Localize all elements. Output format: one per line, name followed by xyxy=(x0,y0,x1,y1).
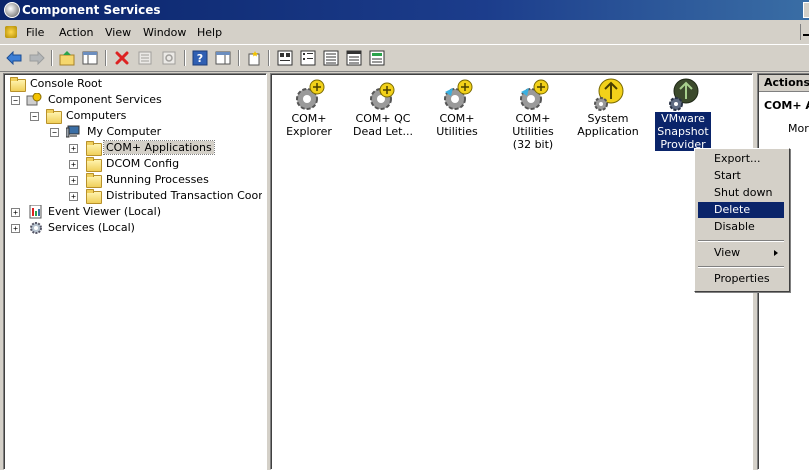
vmware-app-icon xyxy=(669,78,699,111)
actions-header: Actions xyxy=(759,75,809,92)
com-app-gear-icon xyxy=(296,79,325,110)
window-title: Component Services xyxy=(22,3,161,17)
expand-toggle[interactable]: + xyxy=(69,192,78,201)
menu-item-disable[interactable]: Disable xyxy=(698,219,784,235)
app-label: COM+ Explorer xyxy=(286,112,332,138)
tree-node-dtc[interactable]: + Distributed Transaction Coordinat xyxy=(8,188,262,204)
event-viewer-icon xyxy=(28,204,44,219)
small-icons-view-icon[interactable] xyxy=(299,49,317,67)
com-app-gear-icon xyxy=(520,79,549,110)
menu-help[interactable]: Help xyxy=(197,26,222,39)
menu-item-view[interactable]: View xyxy=(698,245,784,261)
com-applications-list[interactable]: COM+ Explorer COM+ QC Dead Let... COM+ Uti… xyxy=(270,73,753,470)
tree-label: My Computer xyxy=(87,125,162,138)
menu-item-export[interactable]: Export... xyxy=(698,151,784,167)
help-icon[interactable]: ? xyxy=(191,49,209,67)
more-actions-link[interactable]: More xyxy=(788,122,809,135)
menu-item-start[interactable]: Start xyxy=(698,168,784,184)
tree-label: Running Processes xyxy=(106,173,209,186)
tree-node-running-processes[interactable]: + Running Processes xyxy=(8,172,258,188)
menu-bar: File Action View Window Help xyxy=(0,22,809,42)
tree-node-computers[interactable]: − Computers xyxy=(8,108,258,124)
menu-view[interactable]: View xyxy=(105,26,131,39)
svg-text:?: ? xyxy=(197,52,203,65)
menu-item-delete[interactable]: Delete xyxy=(698,202,784,218)
tree-node-component-services[interactable]: − Component Services xyxy=(8,92,258,108)
console-tree-pane[interactable]: Console Root − Component Services − Comp… xyxy=(3,73,267,470)
tree-node-services[interactable]: + Services (Local) xyxy=(8,220,258,236)
mmc-system-menu-icon[interactable] xyxy=(5,26,17,38)
delete-x-icon[interactable] xyxy=(113,49,131,67)
folder-icon xyxy=(86,141,102,156)
list-view-icon[interactable] xyxy=(322,49,340,67)
large-icons-view-icon[interactable] xyxy=(276,49,294,67)
menu-file[interactable]: File xyxy=(26,26,44,39)
tree-node-my-computer[interactable]: − My Computer xyxy=(8,124,258,140)
submenu-arrow-icon xyxy=(774,250,778,256)
tree-label: Distributed Transaction Coordinat xyxy=(106,189,262,202)
tree-node-event-viewer[interactable]: + Event Viewer (Local) xyxy=(8,204,258,220)
folder-icon xyxy=(86,157,102,172)
expand-toggle[interactable]: + xyxy=(11,208,20,217)
properties-icon[interactable] xyxy=(136,49,154,67)
tree-label: DCOM Config xyxy=(106,157,180,170)
menu-item-label: View xyxy=(714,246,741,259)
folder-icon xyxy=(46,109,62,124)
new-window-icon[interactable] xyxy=(214,49,232,67)
show-hide-tree-icon[interactable] xyxy=(81,49,99,67)
menu-item-properties[interactable]: Properties xyxy=(698,271,784,287)
window-control-button[interactable] xyxy=(803,2,809,18)
title-bar[interactable]: Component Services xyxy=(0,0,809,20)
up-folder-icon[interactable] xyxy=(58,49,76,67)
expand-toggle[interactable]: + xyxy=(69,160,78,169)
menu-separator xyxy=(698,240,784,242)
services-gear-icon xyxy=(28,221,44,235)
folder-icon xyxy=(86,173,102,188)
toolbar: ? xyxy=(0,44,809,72)
configure-icon[interactable] xyxy=(368,49,386,67)
collapse-toggle[interactable]: − xyxy=(11,96,20,105)
tree-label: Event Viewer (Local) xyxy=(48,205,161,218)
computer-icon xyxy=(65,125,82,139)
collapse-toggle[interactable]: − xyxy=(50,128,59,137)
back-arrow-icon[interactable] xyxy=(5,49,23,67)
menu-window[interactable]: Window xyxy=(143,26,186,39)
app-label-selected: VMware Snapshot Provider xyxy=(655,112,711,151)
app-label: System Application xyxy=(577,112,639,138)
system-app-icon xyxy=(594,78,624,111)
tree-label: COM+ Applications xyxy=(103,140,215,155)
forward-arrow-icon[interactable] xyxy=(28,49,46,67)
tree-label: Console Root xyxy=(30,77,103,90)
collapse-toggle[interactable]: − xyxy=(30,112,39,121)
tree-node-dcom-config[interactable]: + DCOM Config xyxy=(8,156,258,172)
tree-label: Component Services xyxy=(48,93,162,106)
new-item-icon[interactable] xyxy=(245,49,263,67)
tree-label: Computers xyxy=(66,109,127,122)
refresh-icon[interactable] xyxy=(160,49,178,67)
tree-node-console-root[interactable]: Console Root xyxy=(8,76,258,92)
menu-item-shut-down[interactable]: Shut down xyxy=(698,185,784,201)
component-services-app-icon[interactable] xyxy=(4,2,20,18)
expand-toggle[interactable]: + xyxy=(69,176,78,185)
folder-icon xyxy=(86,189,102,204)
expand-toggle[interactable]: + xyxy=(69,144,78,153)
mdi-minimize-button[interactable] xyxy=(800,24,809,40)
detail-view-icon[interactable] xyxy=(345,49,363,67)
com-app-gear-icon xyxy=(444,79,473,110)
app-label: COM+ Utilities (32 bit) xyxy=(512,112,554,151)
menu-action[interactable]: Action xyxy=(59,26,93,39)
tree-label: Services (Local) xyxy=(48,221,135,234)
expand-toggle[interactable]: + xyxy=(11,224,20,233)
menu-separator xyxy=(698,266,784,268)
app-label: COM+ Utilities xyxy=(436,112,478,138)
tree-node-com-applications[interactable]: + COM+ Applications xyxy=(8,140,258,156)
app-label: COM+ QC Dead Let... xyxy=(353,112,413,138)
context-menu: Export... Start Shut down Delete Disable… xyxy=(694,148,790,292)
component-services-icon xyxy=(26,92,42,107)
folder-icon xyxy=(10,77,26,92)
com-app-gear-icon xyxy=(370,82,395,110)
actions-subheader[interactable]: COM+ A xyxy=(764,99,809,112)
